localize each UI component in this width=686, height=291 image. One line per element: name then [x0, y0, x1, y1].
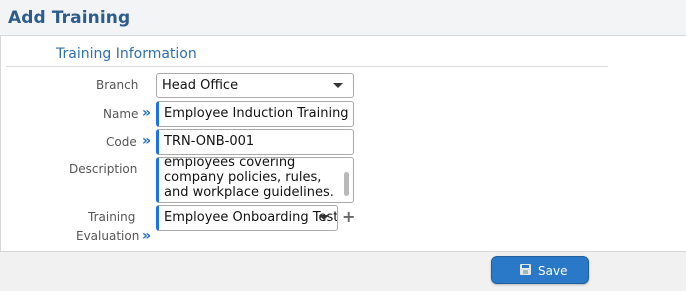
code-label: Code: [106, 135, 137, 149]
description-scrollbar[interactable]: [344, 172, 349, 196]
name-label: Name: [103, 107, 139, 121]
description-value: employees covering company policies, rul…: [164, 157, 334, 200]
panel-header: Add Training: [0, 0, 686, 36]
caret-down-icon: [319, 215, 329, 220]
evaluation-label-line2: Evaluation: [76, 229, 140, 243]
floppy-disk-icon: [520, 264, 531, 275]
branch-value: Head Office: [162, 78, 239, 93]
branch-label: Branch: [96, 78, 139, 92]
code-input[interactable]: TRN-ONB-001: [156, 129, 354, 155]
evaluation-label-line1: Training: [88, 210, 136, 224]
page-title: Add Training: [8, 8, 131, 28]
evaluation-select[interactable]: Employee Onboarding Test: [156, 205, 338, 231]
name-input[interactable]: Employee Induction Training: [156, 101, 354, 127]
branch-select[interactable]: Head Office: [156, 73, 354, 98]
double-chevron-right-icon: »: [142, 228, 152, 244]
save-button[interactable]: Save: [491, 256, 589, 284]
description-textarea[interactable]: employees covering company policies, rul…: [156, 157, 354, 203]
section-title: Training Information: [56, 46, 197, 62]
double-chevron-right-icon: »: [142, 105, 152, 121]
plus-icon[interactable]: +: [342, 207, 355, 226]
section-divider: [6, 66, 608, 67]
evaluation-value: Employee Onboarding Test: [164, 210, 338, 225]
save-label: Save: [538, 264, 568, 278]
description-label: Description: [69, 162, 138, 176]
double-chevron-right-icon: »: [142, 133, 152, 149]
name-value: Employee Induction Training: [164, 106, 349, 121]
code-value: TRN-ONB-001: [164, 134, 255, 149]
caret-down-icon: [333, 83, 343, 88]
